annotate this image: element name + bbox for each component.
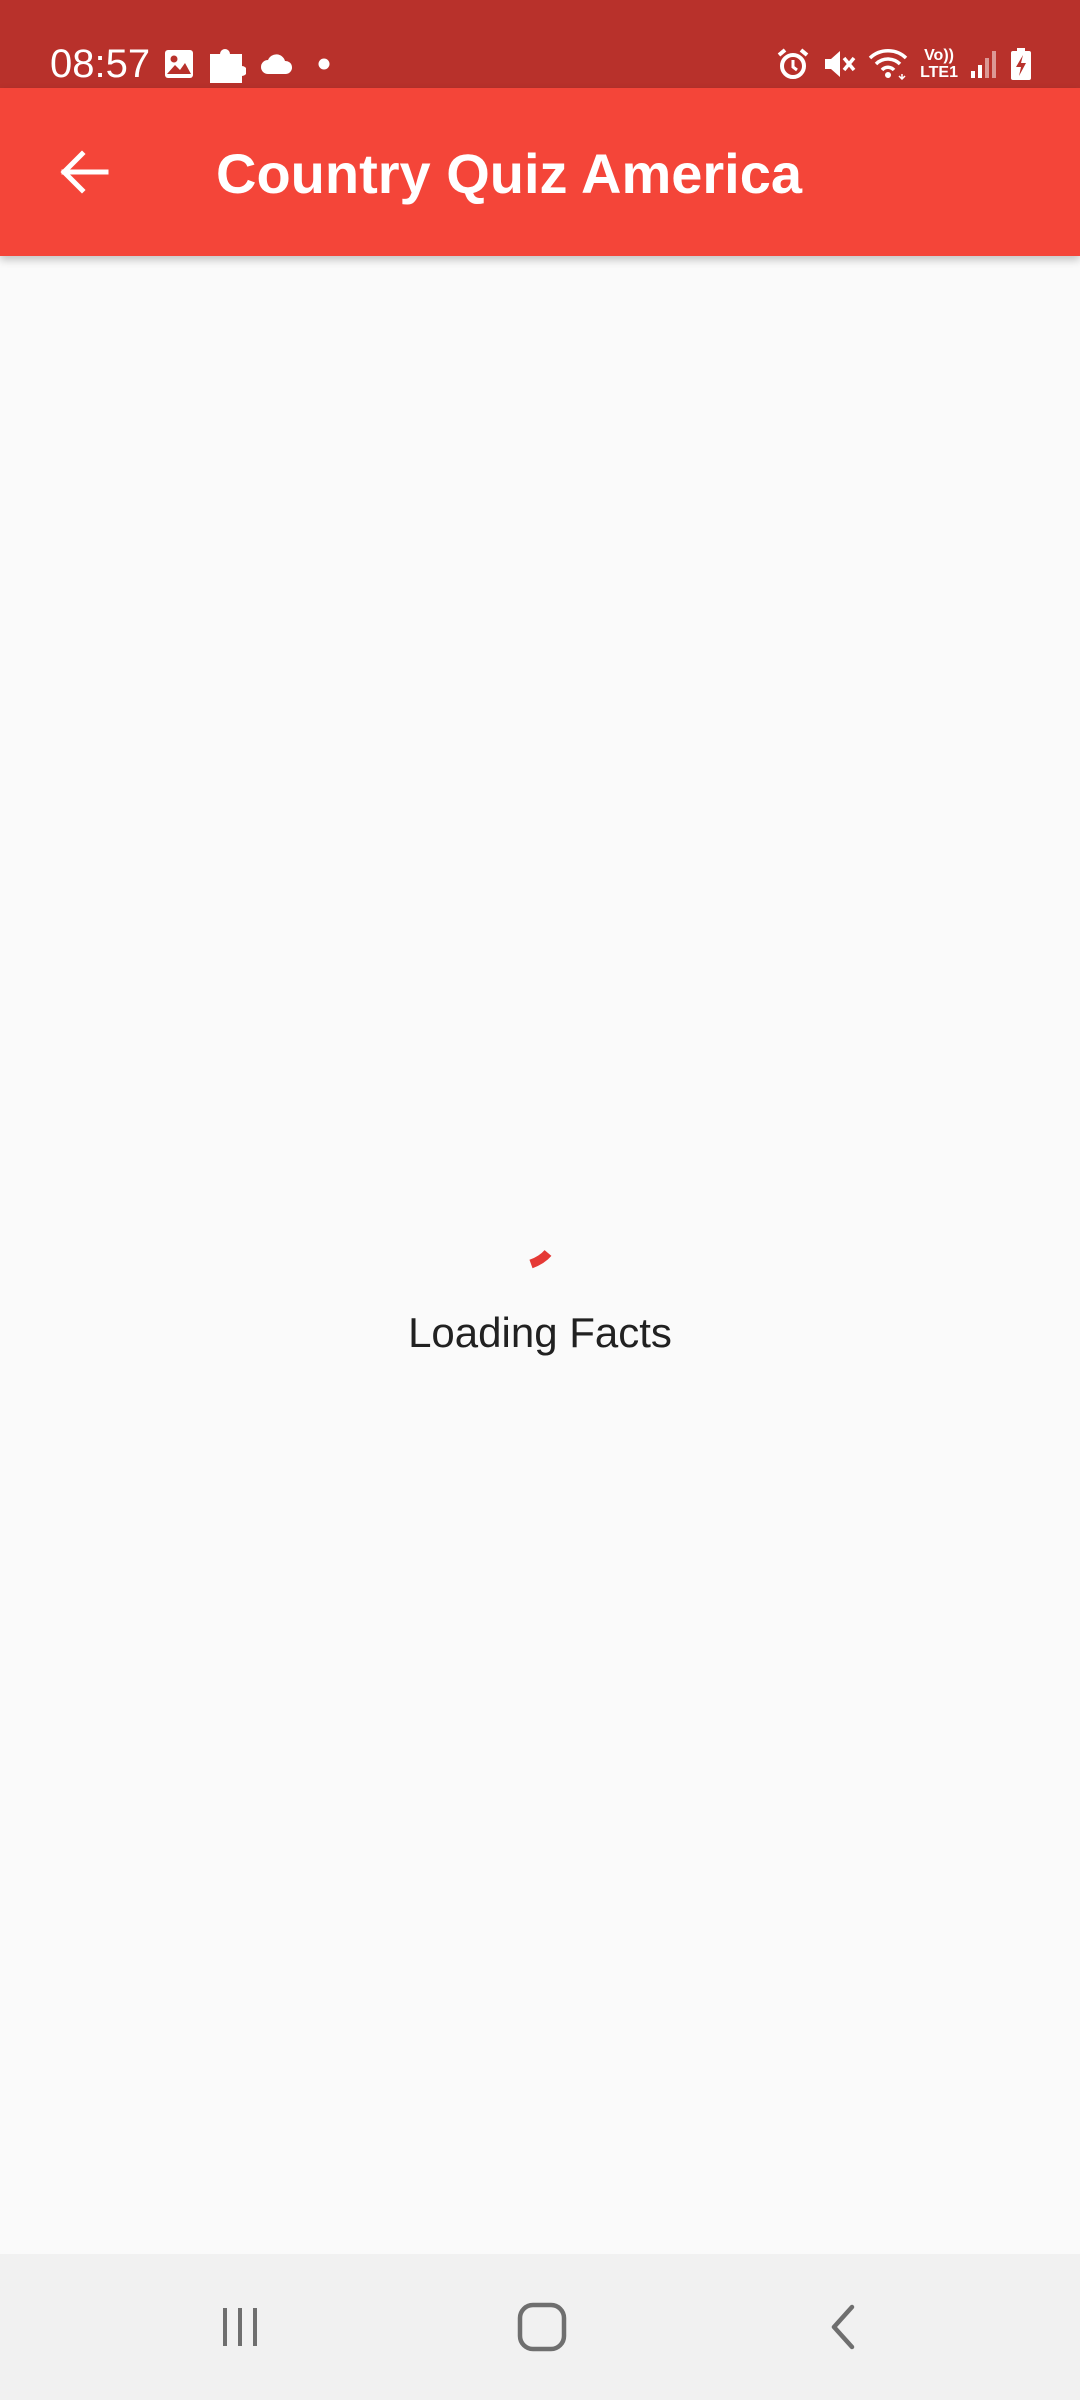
recent-apps-icon xyxy=(223,2308,257,2346)
status-right-icons: Vo)) LTE1 xyxy=(776,40,1032,88)
home-button[interactable] xyxy=(492,2277,592,2377)
gallery-icon xyxy=(165,50,193,78)
lte-label: LTE1 xyxy=(920,64,958,81)
cloud-icon xyxy=(261,54,293,74)
home-icon xyxy=(517,2302,567,2352)
status-time: 08:57 xyxy=(50,42,151,86)
lte-indicator: Vo)) LTE1 xyxy=(920,47,958,81)
navigation-bar xyxy=(0,2254,1080,2400)
volte-label: Vo)) xyxy=(924,47,954,64)
wifi-icon xyxy=(868,49,908,80)
back-icon xyxy=(831,2304,855,2350)
app-bar: Country Quiz America xyxy=(0,88,1080,256)
nav-back-button[interactable] xyxy=(794,2277,894,2377)
arrow-back-icon xyxy=(60,150,109,194)
status-left-icons xyxy=(164,40,332,88)
status-bar: 08:57 Vo)) LTE1 xyxy=(0,0,1080,88)
back-button[interactable] xyxy=(36,124,132,220)
loading-text: Loading Facts xyxy=(408,1309,672,1356)
loading-spinner xyxy=(529,1249,552,1269)
notification-dot-icon xyxy=(318,58,330,70)
recent-apps-button[interactable] xyxy=(190,2277,290,2377)
alarm-icon xyxy=(777,48,809,79)
app-title: Country Quiz America xyxy=(216,142,803,205)
mute-icon xyxy=(825,51,856,77)
puzzle-icon xyxy=(210,49,246,83)
signal-icon xyxy=(971,51,996,78)
battery-charging-icon xyxy=(1011,48,1031,80)
